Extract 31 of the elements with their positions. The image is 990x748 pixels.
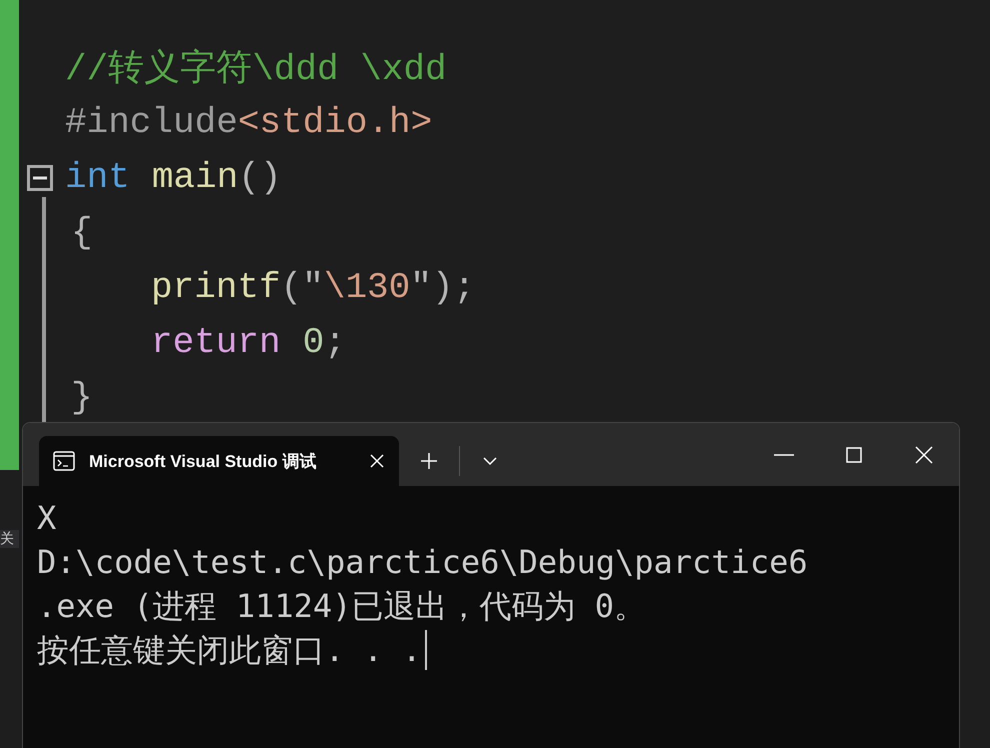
maximize-icon: [846, 446, 862, 462]
code-token: <stdio.h>: [238, 102, 432, 143]
close-icon: [915, 446, 933, 464]
code-token: return: [151, 322, 281, 363]
code-token: (": [280, 267, 324, 308]
code-token: ");: [410, 267, 476, 308]
close-tab-button[interactable]: [369, 453, 385, 469]
code-token: //转义字符\ddd \xdd: [65, 48, 447, 92]
collapse-icon[interactable]: [27, 164, 53, 190]
console-output: 按任意键关闭此窗口. . .: [37, 630, 422, 671]
close-icon: [369, 453, 385, 469]
code-token: \130: [324, 267, 410, 308]
console-output: D:\code\test.c\parctice6\Debug\parctice6: [37, 542, 808, 583]
code-token: (): [238, 157, 282, 198]
code-token: #include: [65, 102, 238, 143]
plus-icon: [420, 452, 438, 470]
console-output: X: [37, 498, 56, 539]
chevron-down-icon: [482, 456, 498, 466]
code-token: int: [65, 157, 130, 198]
console-icon: [53, 451, 75, 471]
code-token: }: [71, 377, 93, 418]
panel-label: 关: [0, 530, 19, 548]
minimize-icon: [774, 452, 794, 456]
code-token: ;: [324, 322, 346, 363]
terminal-tab[interactable]: Microsoft Visual Studio 调试: [39, 436, 399, 486]
code-token: printf: [151, 267, 281, 308]
code-token: main: [152, 157, 238, 198]
code-token: {: [71, 212, 93, 253]
console-output: .exe (进程 11124)已退出，代码为 0。: [37, 586, 646, 627]
text-cursor: [425, 630, 428, 670]
code-token: 0: [302, 322, 324, 363]
